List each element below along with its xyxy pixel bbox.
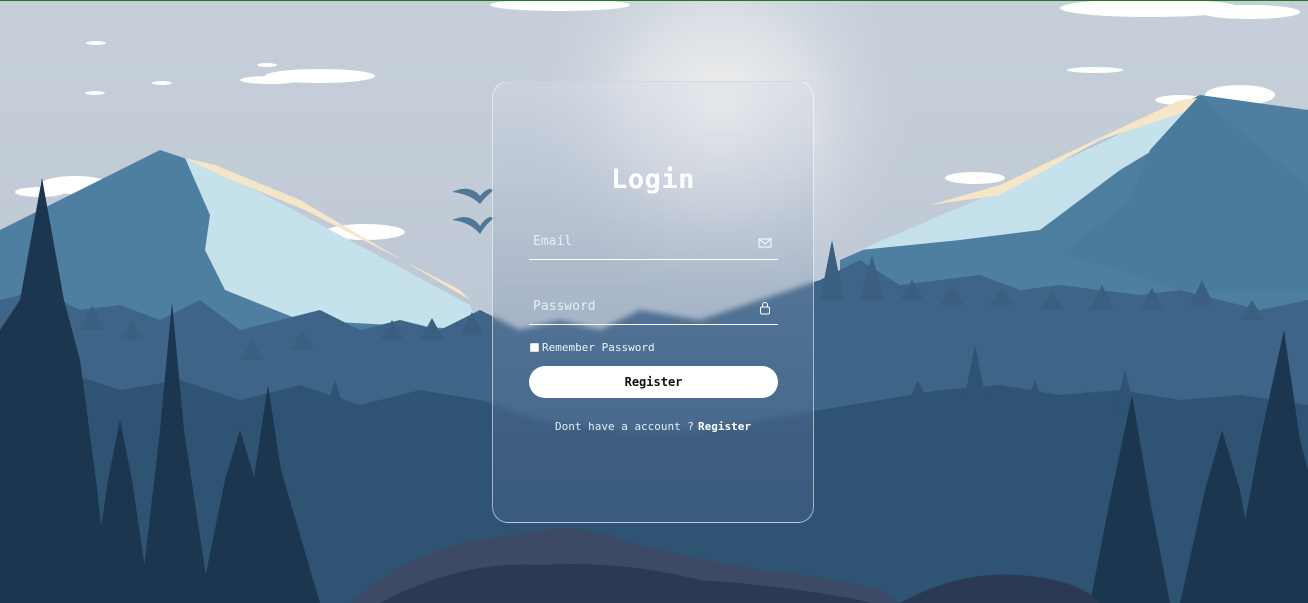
top-border	[0, 0, 1308, 1]
login-card: Login Remember Password Register Dont ha…	[492, 81, 814, 523]
remember-checkbox[interactable]	[530, 342, 539, 352]
signup-prompt: Dont have a account ? Register	[493, 420, 813, 433]
lock-icon	[760, 302, 770, 315]
remember-password-row[interactable]: Remember Password	[530, 340, 655, 354]
register-button[interactable]: Register	[529, 366, 778, 398]
envelope-icon	[758, 238, 772, 248]
remember-label: Remember Password	[542, 340, 655, 354]
email-field[interactable]	[529, 227, 778, 260]
signup-link[interactable]: Register	[698, 420, 751, 433]
password-input[interactable]	[529, 292, 749, 320]
signup-text: Dont have a account ?	[554, 420, 695, 433]
password-field[interactable]	[529, 292, 778, 325]
email-input[interactable]	[529, 227, 749, 255]
login-title: Login	[611, 164, 695, 195]
